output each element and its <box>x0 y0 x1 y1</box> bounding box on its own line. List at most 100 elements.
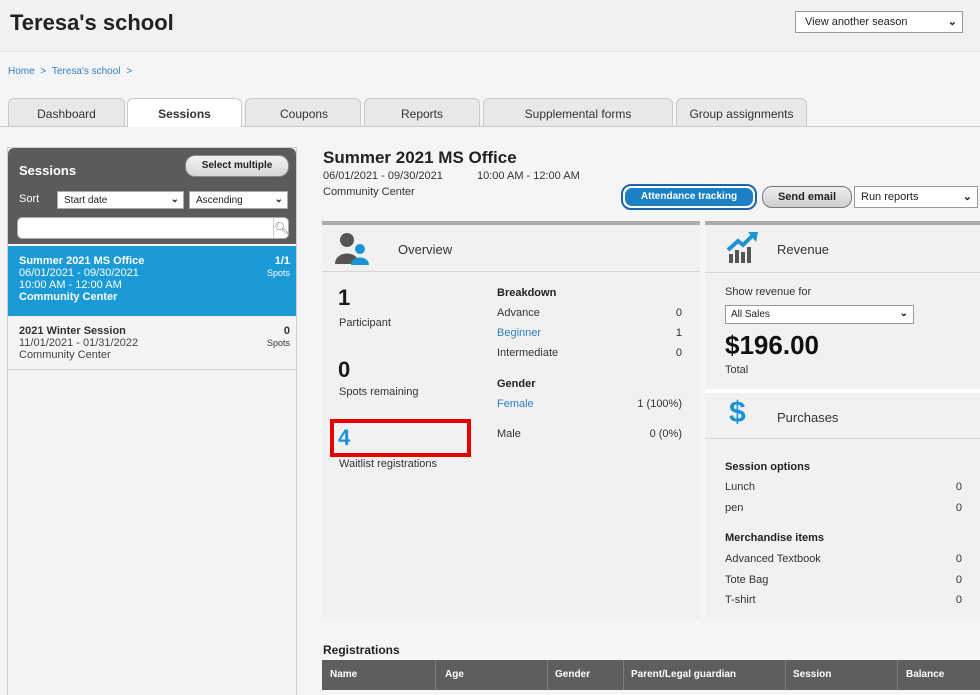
column-header-gender[interactable]: Gender <box>555 669 590 695</box>
tab-dashboard[interactable]: Dashboard <box>8 98 125 126</box>
tab-coupons[interactable]: Coupons <box>245 98 361 126</box>
overview-header: Overview <box>322 225 700 272</box>
chevron-down-icon: ⌄ <box>962 191 972 203</box>
session-time: 10:00 AM - 12:00 AM <box>477 170 580 182</box>
page-header: Teresa's school View another season ⌄ <box>0 0 980 52</box>
tab-reports[interactable]: Reports <box>364 98 480 126</box>
revenue-title: Revenue <box>777 242 830 257</box>
registrations-title: Registrations <box>323 643 400 657</box>
column-divider <box>785 660 786 690</box>
column-divider <box>435 660 436 690</box>
registrations-table-header: Name Age Gender Parent/Legal guardian Se… <box>322 660 980 690</box>
sort-order-value: Ascending <box>196 195 243 206</box>
purchase-item-value: 0 <box>955 594 962 606</box>
revenue-panel: Revenue Show revenue for All Sales ⌄ $19… <box>705 221 980 389</box>
gender-value: 0 (0%) <box>649 428 682 440</box>
spots-remaining-label: Spots remaining <box>339 386 419 398</box>
breakdown-value: 1 <box>675 327 682 339</box>
purchases-header: $ Purchases <box>705 393 980 439</box>
sort-order-select[interactable]: Ascending ⌄ <box>189 191 288 209</box>
session-list-item[interactable]: 2021 Winter Session 11/01/2021 - 01/31/2… <box>8 316 296 370</box>
breakdown-value: 0 <box>675 347 682 359</box>
column-header-guardian[interactable]: Parent/Legal guardian <box>631 669 736 695</box>
attendance-tracking-label: Attendance tracking <box>625 188 753 206</box>
purchase-item-label: pen <box>725 502 744 514</box>
attendance-tracking-button[interactable]: Attendance tracking <box>621 184 757 210</box>
purchases-title: Purchases <box>777 410 839 425</box>
purchase-item-value: 0 <box>955 574 962 586</box>
column-divider <box>897 660 898 690</box>
purchase-item-label: Tote Bag <box>725 574 769 586</box>
breadcrumb: Home > Teresa's school > <box>8 66 135 77</box>
waitlist-label: Waitlist registrations <box>339 458 438 470</box>
run-reports-label: Run reports <box>861 191 919 203</box>
session-dates: 06/01/2021 - 09/30/2021 <box>323 170 443 182</box>
breadcrumb-sep: > <box>40 66 47 77</box>
session-location: Community Center <box>19 349 111 361</box>
session-dates: 11/01/2021 - 01/31/2022 <box>19 337 139 349</box>
season-select-label: View another season <box>805 16 908 28</box>
session-options-title: Session options <box>725 461 810 473</box>
purchase-item-label: Lunch <box>725 481 755 493</box>
gender-label: Male <box>497 428 521 440</box>
session-search-input[interactable]: 🔍︎ <box>17 217 289 239</box>
merchandise-title: Merchandise items <box>725 532 825 544</box>
revenue-amount: $196.00 <box>725 330 819 360</box>
purchase-item-value: 0 <box>955 502 962 514</box>
session-count: 1/1 <box>274 255 290 267</box>
breakdown-label: Intermediate <box>497 347 559 359</box>
purchase-item-label: T-shirt <box>725 594 756 606</box>
revenue-filter-select[interactable]: All Sales ⌄ <box>725 305 914 324</box>
search-icon[interactable]: 🔍︎ <box>273 218 289 238</box>
chevron-down-icon: ⌄ <box>899 308 908 319</box>
sidebar-title: Sessions <box>19 163 77 178</box>
column-divider <box>547 660 548 690</box>
dollar-icon: $ <box>729 396 746 429</box>
gender-value: 1 (100%) <box>637 398 682 410</box>
season-select[interactable]: View another season ⌄ <box>795 11 963 33</box>
session-time: 10:00 AM - 12:00 AM <box>19 279 122 291</box>
send-email-button[interactable]: Send email <box>762 186 852 208</box>
breadcrumb-school[interactable]: Teresa's school <box>52 66 121 77</box>
tab-supplemental-forms[interactable]: Supplemental forms <box>483 98 673 126</box>
highlight-box <box>330 419 471 457</box>
gender-title: Gender <box>497 378 536 390</box>
column-divider <box>623 660 624 690</box>
revenue-header: Revenue <box>705 225 980 273</box>
select-multiple-button[interactable]: Select multiple <box>185 155 289 177</box>
breakdown-title: Breakdown <box>497 287 557 299</box>
breadcrumb-sep: > <box>126 66 133 77</box>
column-header-name[interactable]: Name <box>330 669 357 695</box>
session-list-item-selected[interactable]: Summer 2021 MS Office 06/01/2021 - 09/30… <box>8 244 296 316</box>
column-header-session[interactable]: Session <box>793 669 831 695</box>
breadcrumb-home[interactable]: Home <box>8 66 35 77</box>
revenue-filter-value: All Sales <box>731 309 770 320</box>
breakdown-label-link[interactable]: Beginner <box>497 327 541 339</box>
tab-group-assignments[interactable]: Group assignments <box>676 98 807 126</box>
purchase-item-value: 0 <box>955 553 962 565</box>
purchases-panel: $ Purchases Session options Lunch 0 pen … <box>705 389 980 619</box>
chevron-down-icon: ⌄ <box>274 194 283 205</box>
session-dates: 06/01/2021 - 09/30/2021 <box>19 267 139 279</box>
purchase-item-value: 0 <box>955 481 962 493</box>
sessions-sidebar: Sessions Select multiple Sort Start date… <box>7 147 297 695</box>
sort-field-select[interactable]: Start date ⌄ <box>57 191 184 209</box>
participants-label: Participant <box>339 317 391 329</box>
session-title: Summer 2021 MS Office <box>323 148 517 167</box>
overview-title: Overview <box>398 242 453 257</box>
tab-sessions[interactable]: Sessions <box>127 98 242 127</box>
column-header-balance[interactable]: Balance <box>906 669 944 695</box>
run-reports-select[interactable]: Run reports ⌄ <box>854 186 978 208</box>
column-header-age[interactable]: Age <box>445 669 464 695</box>
gender-label-link[interactable]: Female <box>497 398 534 410</box>
breakdown-value: 0 <box>675 307 682 319</box>
session-count: 0 <box>283 325 290 337</box>
session-name: Summer 2021 MS Office <box>19 255 145 267</box>
session-spots-label: Spots <box>266 268 290 278</box>
revenue-show-for-label: Show revenue for <box>725 286 812 298</box>
revenue-total-label: Total <box>725 364 749 376</box>
spots-remaining-count: 0 <box>338 357 351 382</box>
participants-count: 1 <box>338 285 351 310</box>
sort-field-value: Start date <box>64 195 108 206</box>
sidebar-header: Sessions Select multiple Sort Start date… <box>8 148 296 248</box>
